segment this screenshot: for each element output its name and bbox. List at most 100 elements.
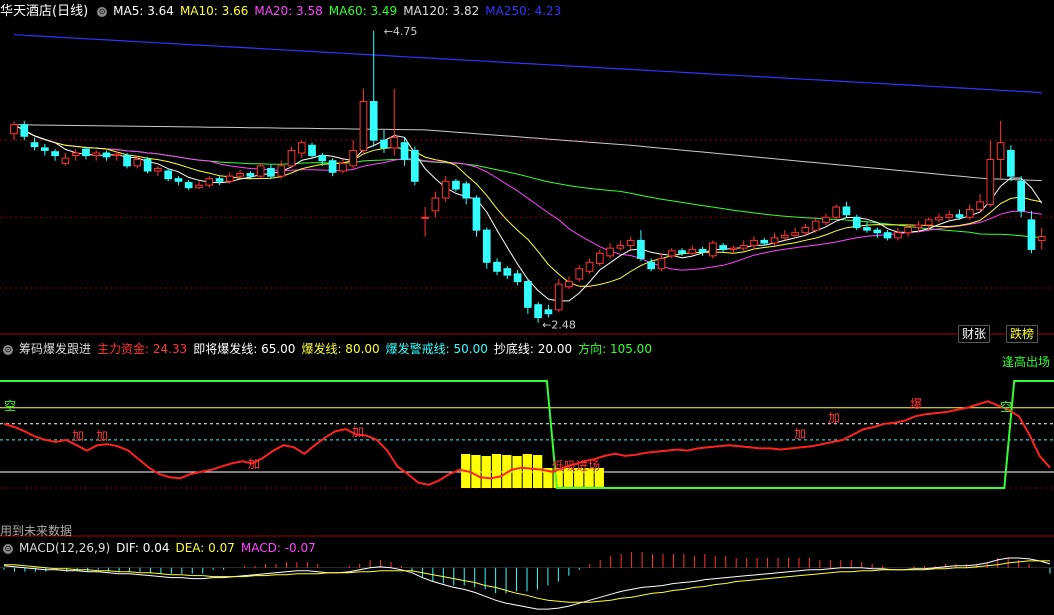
candle-body [174, 178, 183, 182]
panel2-indicator-3[interactable]: 爆发警戒线: 50.00 [386, 342, 488, 356]
candle-body [534, 304, 542, 319]
candle-body [164, 170, 172, 180]
candle-body [575, 268, 584, 280]
panel2-indicator-1[interactable]: 即将爆发线: 65.00 [193, 342, 295, 356]
chart-canvas[interactable]: ←4.75←2.48空加 加加加低吸进场加加爆 空逢高出场 [0, 0, 1054, 615]
candle-body [647, 261, 656, 270]
candle-body [51, 151, 59, 157]
candle-body [215, 178, 224, 182]
candle-body [123, 155, 131, 167]
signal-label-4: 加 [352, 425, 364, 439]
candle-body [102, 152, 111, 158]
settings-icon[interactable]: ⊙ [97, 6, 108, 17]
panel1-indicator-2[interactable]: MA20: 3.58 [254, 4, 322, 18]
candle-body [595, 252, 604, 265]
candle-body [452, 180, 460, 190]
candle-body [92, 152, 101, 157]
candle-body [544, 309, 553, 315]
candle-body [914, 224, 923, 229]
candle-body [883, 232, 892, 239]
panel3-indicator-1[interactable]: DEA: 0.07 [175, 541, 234, 555]
signal-label-0: 空 [4, 399, 16, 413]
buy-signal-bar [481, 456, 491, 488]
candle-body [750, 239, 758, 247]
finance-tag[interactable]: 财张 [958, 325, 991, 343]
candle-body [524, 281, 532, 308]
buy-signal-bar [471, 455, 481, 488]
candle-body [924, 219, 933, 226]
candle-body [10, 124, 18, 135]
candle-body [1027, 219, 1036, 250]
stock-title[interactable]: 华天酒店(日线) [0, 4, 88, 19]
chip-indicator-header: ⊙ 筹码爆发跟进 主力资金: 24.33 即将爆发线: 65.00 爆发线: 80.00… [0, 340, 664, 358]
panel1-indicator-5[interactable]: MA250: 4.23 [485, 4, 561, 18]
panel3-indicator-2[interactable]: MACD: -0.07 [241, 541, 316, 555]
candle-body [554, 283, 563, 311]
ma20-line [13, 124, 1042, 271]
panel2-indicator-4[interactable]: 抄底线: 20.00 [494, 342, 572, 356]
candle-body [1037, 236, 1046, 241]
signal-label-2: 加 [96, 429, 108, 443]
candle-body [1007, 149, 1015, 177]
panel3-indicator-0[interactable]: DIF: 0.04 [116, 541, 169, 555]
candle-body [287, 149, 296, 167]
macd-title[interactable]: MACD(12,26,9) [19, 541, 110, 555]
candle-body [154, 167, 162, 172]
candle-body [657, 257, 666, 270]
candle-body [472, 197, 481, 231]
candle-body [770, 237, 779, 244]
panel1-indicator-3[interactable]: MA60: 3.49 [329, 4, 397, 18]
candle-body [318, 155, 327, 162]
candle-body [184, 182, 193, 189]
candle-body [133, 158, 142, 167]
signal-label-9: 空 [1000, 400, 1012, 414]
candle-body [359, 101, 368, 151]
candle-body [400, 142, 409, 160]
candle-body [760, 239, 769, 244]
signal-label-10: 逢高出场 [1002, 354, 1050, 369]
candle-body [61, 157, 70, 164]
candle-body [719, 245, 727, 250]
candle-body [380, 139, 388, 149]
buy-signal-bar [491, 454, 502, 488]
stock-chart-window: ←4.75 ←2.48 空加加加加低吸进场加加爆空逢高出场 华天酒店(日线) ⊙ MA5… [0, 0, 1054, 615]
candle-body [842, 206, 851, 216]
candle-body [112, 153, 121, 157]
future-data-note: 用到未来数据 [0, 524, 73, 538]
candle-body [873, 229, 882, 234]
kline-header: 华天酒店(日线) ⊙ MA5: 3.64 MA10: 3.66 MA20: 3.58 MA… [0, 2, 573, 20]
indicator-title[interactable]: 筹码爆发跟进 [19, 342, 91, 356]
candle-body [40, 147, 49, 151]
candle-body [852, 216, 861, 229]
candle-body [482, 229, 491, 263]
signal-label-6: 加 [794, 427, 806, 441]
candle-body [688, 248, 697, 254]
buy-signal-bar [522, 454, 532, 488]
panel2-indicator-2[interactable]: 爆发线: 80.00 [301, 342, 379, 356]
buy-signal-bar [533, 455, 543, 488]
candle-body [339, 162, 347, 172]
panel1-indicator-4[interactable]: MA120: 3.82 [403, 4, 479, 18]
candle-body [236, 173, 244, 177]
candle-body [626, 239, 635, 247]
panel1-indicator-1[interactable]: MA10: 3.66 [180, 4, 248, 18]
high-price-label: ←4.75 [384, 25, 418, 38]
panel2-indicator-0[interactable]: 主力资金: 24.33 [97, 342, 187, 356]
candle-body [369, 101, 378, 141]
candle-body [698, 248, 707, 253]
candle-body [637, 239, 645, 259]
candle-body [822, 216, 830, 223]
candle-body [1017, 180, 1026, 212]
signal-label-7: 加 [828, 411, 840, 425]
drop-rank-tag[interactable]: 跌榜 [1006, 325, 1039, 343]
collapse-icon[interactable]: ⊙ [3, 543, 13, 554]
candle-body [729, 247, 738, 250]
collapse-icon[interactable]: ⊙ [3, 344, 13, 355]
candle-body [894, 232, 902, 239]
candle-body [493, 261, 501, 272]
panel2-indicator-5[interactable]: 方向: 105.00 [578, 342, 652, 356]
signal-label-5: 低吸进场 [552, 459, 600, 473]
candle-body [349, 149, 357, 167]
candle-body [678, 250, 686, 254]
panel1-indicator-0[interactable]: MA5: 3.64 [113, 4, 174, 18]
